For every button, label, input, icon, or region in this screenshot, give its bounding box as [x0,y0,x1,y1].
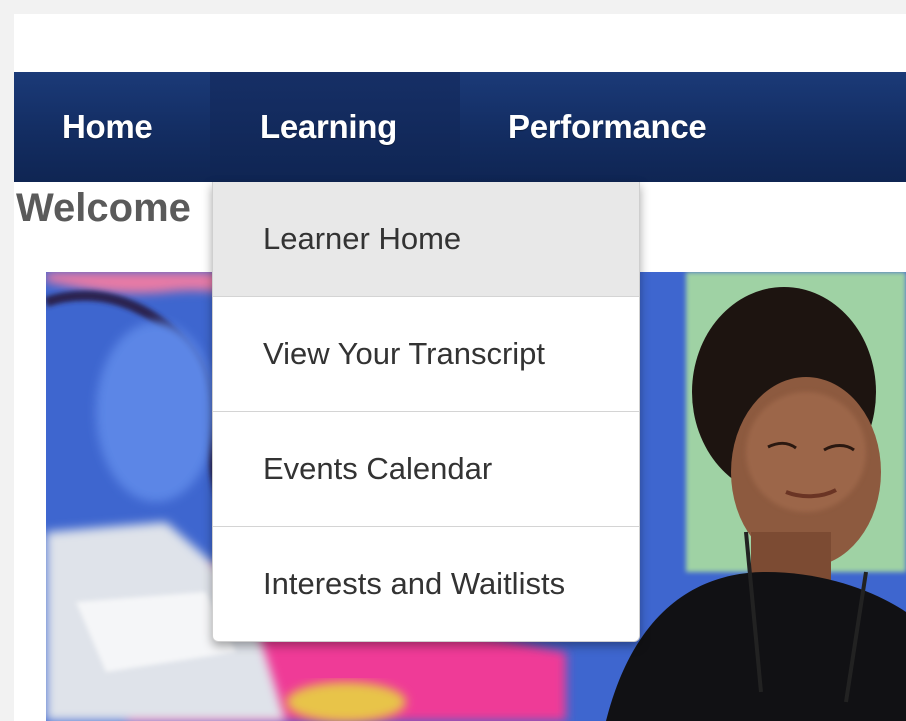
menu-item-interests-waitlists[interactable]: Interests and Waitlists [213,527,639,641]
page: Home Learning Performance Welcome Learne… [14,14,906,721]
top-navbar: Home Learning Performance [14,72,906,182]
learning-dropdown-menu: Learner Home View Your Transcript Events… [212,182,640,642]
nav-item-home[interactable]: Home [14,72,210,182]
welcome-heading: Welcome [16,186,191,230]
menu-item-events-calendar[interactable]: Events Calendar [213,412,639,527]
menu-item-learner-home[interactable]: Learner Home [213,182,639,297]
menu-item-view-transcript[interactable]: View Your Transcript [213,297,639,412]
nav-item-learning[interactable]: Learning [210,72,460,182]
nav-item-performance[interactable]: Performance [460,72,760,182]
